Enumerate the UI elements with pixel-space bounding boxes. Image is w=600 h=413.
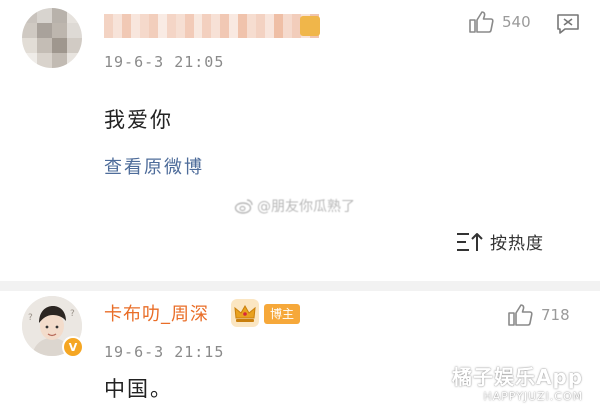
verified-badge: V — [62, 336, 84, 358]
mosaic-cell — [22, 38, 37, 53]
verified-mark: V — [68, 340, 78, 354]
like-count: 540 — [502, 13, 531, 31]
crown-badge-pixelated — [300, 16, 320, 36]
svg-text:?: ? — [70, 309, 75, 319]
report-button[interactable] — [556, 13, 580, 35]
mosaic-cell — [220, 14, 230, 38]
username[interactable]: 卡布叻_周深 — [104, 300, 209, 326]
sort-label: 按热度 — [490, 234, 544, 254]
mosaic-cell — [139, 14, 149, 38]
mosaic-cell — [37, 23, 52, 38]
mosaic-cell — [52, 38, 67, 53]
comment-text: 中国。 — [104, 377, 173, 401]
sort-by-hot-button[interactable]: 按热度 — [456, 229, 544, 254]
mosaic-cell — [104, 14, 113, 38]
comment-timestamp: 19-6-3 21:15 — [104, 343, 225, 361]
sort-icon — [457, 232, 483, 251]
app-watermark-url: HAPPYJUZI.COM — [483, 390, 584, 403]
mosaic-cell — [52, 8, 67, 23]
mosaic-cell — [256, 14, 266, 38]
svg-text:?: ? — [28, 313, 33, 323]
mosaic-cell — [22, 23, 37, 38]
mosaic-cell — [193, 14, 203, 38]
like-count: 718 — [541, 306, 570, 324]
mosaic-cell — [112, 14, 122, 38]
thumbs-up-icon — [469, 11, 494, 33]
section-divider — [0, 281, 600, 291]
mosaic-cell — [121, 14, 131, 38]
report-icon — [557, 14, 579, 34]
app-watermark: 橘子娱乐App HAPPYJUZI.COM — [452, 361, 583, 403]
mosaic-cell — [265, 14, 275, 38]
view-original-weibo-link[interactable]: 查看原微博 — [104, 153, 204, 179]
mosaic-cell — [175, 14, 185, 38]
watermark-text: @朋友你瓜熟了 — [257, 199, 355, 215]
mosaic-cell — [184, 14, 194, 38]
like-button[interactable]: 540 — [468, 10, 531, 34]
mosaic-cell — [67, 38, 82, 53]
mosaic-cell — [166, 14, 176, 38]
author-badge: 博主 — [264, 304, 301, 324]
mosaic-cell — [202, 14, 212, 38]
mosaic-cell — [130, 14, 140, 38]
mosaic-cell — [211, 14, 221, 38]
mosaic-cell — [22, 8, 37, 23]
app-watermark-title: 橘子娱乐App — [452, 365, 584, 389]
mosaic-cell — [37, 53, 52, 68]
like-button[interactable]: 718 — [507, 303, 570, 327]
mosaic-cell — [37, 38, 52, 53]
weibo-icon — [234, 199, 253, 214]
mosaic-cell — [247, 14, 257, 38]
mosaic-cell — [283, 14, 293, 38]
mosaic-cell — [52, 23, 67, 38]
crown-icon — [230, 298, 260, 328]
source-watermark: @朋友你瓜熟了 — [234, 196, 355, 216]
mosaic-cell — [67, 8, 82, 23]
mosaic-cell — [148, 14, 158, 38]
mosaic-cell — [52, 53, 67, 68]
mosaic-cell — [22, 53, 37, 68]
mosaic-cell — [67, 53, 82, 68]
comment-text: 我爱你 — [104, 108, 173, 132]
thumbs-up-icon — [508, 304, 533, 326]
mosaic-cell — [229, 14, 239, 38]
mosaic-cell — [37, 8, 52, 23]
mosaic-cell — [238, 14, 248, 38]
username-pixelated[interactable] — [104, 14, 319, 38]
mosaic-cell — [67, 23, 82, 38]
mosaic-cell — [157, 14, 167, 38]
avatar-pixelated[interactable] — [22, 8, 82, 68]
mosaic-cell — [274, 14, 284, 38]
comment-timestamp: 19-6-3 21:05 — [104, 53, 225, 71]
